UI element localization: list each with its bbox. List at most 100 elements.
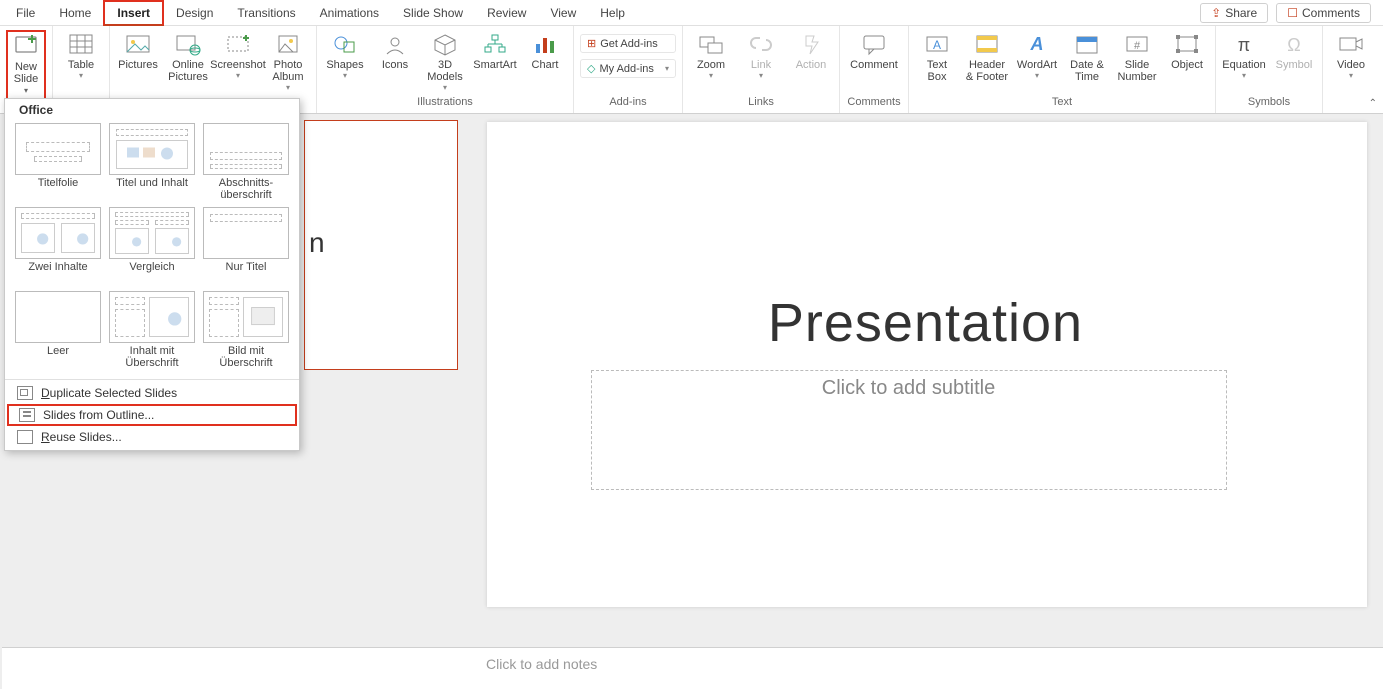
duplicate-slides-item[interactable]: Duplicate Selected Slides: [5, 382, 299, 404]
smartart-icon: [481, 32, 509, 56]
equation-button[interactable]: πEquation: [1222, 30, 1266, 81]
title-text: Presentation: [591, 292, 1261, 354]
link-button[interactable]: Link: [739, 30, 783, 81]
wordart-button[interactable]: AWordArt: [1015, 30, 1059, 81]
icons-button[interactable]: Icons: [373, 30, 417, 71]
wordart-icon: A: [1023, 32, 1051, 56]
layout-bild-mit-ueberschrift[interactable]: Bild mit Überschrift: [199, 289, 293, 373]
textbox-button[interactable]: AText Box: [915, 30, 959, 83]
symbol-button[interactable]: ΩSymbol: [1272, 30, 1316, 71]
table-button[interactable]: Table: [59, 30, 103, 81]
layout-abschnittsueberschrift[interactable]: Abschnitts- überschrift: [199, 121, 293, 205]
layout-leer[interactable]: Leer: [11, 289, 105, 373]
reuse-slides-item[interactable]: Reuse Slides...: [5, 426, 299, 448]
chart-button[interactable]: Chart: [523, 30, 567, 71]
layout-vergleich[interactable]: Vergleich: [105, 205, 199, 289]
subtitle-text: Click to add subtitle: [822, 377, 995, 489]
group-comments-label: Comments: [847, 93, 900, 113]
svg-text:A: A: [933, 38, 941, 52]
layout-titel-und-inhalt[interactable]: Titel und Inhalt: [105, 121, 199, 205]
calendar-icon: [1073, 32, 1101, 56]
tab-review[interactable]: Review: [475, 2, 538, 24]
subtitle-placeholder[interactable]: Click to add subtitle: [591, 370, 1227, 490]
object-icon: [1173, 32, 1201, 56]
smartart-button[interactable]: SmartArt: [473, 30, 517, 71]
share-button[interactable]: ⇪ Share: [1200, 3, 1268, 23]
screenshot-button[interactable]: Screenshot: [216, 30, 260, 81]
outline-icon: [19, 408, 35, 422]
new-slide-layout-panel: Office Titelfolie Titel und Inhalt Absch…: [4, 98, 300, 451]
notes-placeholder: Click to add notes: [486, 656, 597, 672]
comment-button[interactable]: Comment: [846, 30, 902, 71]
comment-bubble-icon: [860, 32, 888, 56]
tab-animations[interactable]: Animations: [308, 2, 391, 24]
zoom-button[interactable]: Zoom: [689, 30, 733, 81]
slide-canvas[interactable]: Presentation Click to add subtitle: [487, 122, 1367, 607]
reuse-icon: [17, 430, 33, 444]
cube-icon: [431, 32, 459, 56]
duplicate-icon: [17, 386, 33, 400]
zoom-icon: [697, 32, 725, 56]
group-symbols-label: Symbols: [1248, 93, 1290, 113]
ribbon-tabs: File Home Insert Design Transitions Anim…: [0, 0, 1383, 26]
panel-header: Office: [5, 99, 299, 121]
3d-models-button[interactable]: 3D Models: [423, 30, 467, 93]
action-button[interactable]: Action: [789, 30, 833, 71]
group-text-label: Text: [1052, 93, 1072, 113]
layout-grid: Titelfolie Titel und Inhalt Abschnitts- …: [5, 121, 299, 377]
link-icon: [747, 32, 775, 56]
slides-from-outline-item[interactable]: Slides from Outline...: [7, 404, 297, 426]
online-pictures-button[interactable]: Online Pictures: [166, 30, 210, 83]
action-icon: [797, 32, 825, 56]
tab-design[interactable]: Design: [164, 2, 225, 24]
icons-icon: [381, 32, 409, 56]
slide-thumbnail[interactable]: n: [304, 120, 458, 370]
group-links-label: Links: [748, 93, 774, 113]
tab-file[interactable]: File: [4, 2, 47, 24]
tab-slideshow[interactable]: Slide Show: [391, 2, 475, 24]
comments-button[interactable]: ☐ Comments: [1276, 3, 1371, 23]
group-addins: ⊞Get Add-ins ◇My Add-ins▾ Add-ins: [574, 26, 683, 113]
group-comments: Comment Comments: [840, 26, 909, 113]
notes-pane[interactable]: Click to add notes: [2, 647, 1383, 689]
table-label: Table: [68, 59, 94, 81]
group-links: Zoom Link Action Links: [683, 26, 840, 113]
tab-transitions[interactable]: Transitions: [225, 2, 307, 24]
group-illustrations-label: Illustrations: [417, 93, 473, 113]
svg-text:#: #: [1134, 40, 1141, 52]
object-button[interactable]: Object: [1165, 30, 1209, 71]
new-slide-button[interactable]: New Slide ▾: [6, 30, 46, 101]
new-slide-label: New Slide: [14, 61, 38, 85]
tab-view[interactable]: View: [538, 2, 588, 24]
shapes-button[interactable]: Shapes: [323, 30, 367, 81]
tab-help[interactable]: Help: [588, 2, 637, 24]
layout-titelfolie[interactable]: Titelfolie: [11, 121, 105, 205]
slide-canvas-area: Presentation Click to add subtitle: [470, 114, 1383, 647]
group-symbols: πEquation ΩSymbol Symbols: [1216, 26, 1323, 113]
tab-insert[interactable]: Insert: [103, 0, 164, 26]
layout-nur-titel[interactable]: Nur Titel: [199, 205, 293, 289]
audio-button[interactable]: Audio: [1379, 30, 1383, 81]
addin-icon: ◇: [587, 62, 595, 75]
svg-text:π: π: [1238, 35, 1250, 55]
header-footer-icon: [973, 32, 1001, 56]
header-footer-button[interactable]: Header & Footer: [965, 30, 1009, 83]
group-text: AText Box Header & Footer AWordArt Date …: [909, 26, 1216, 113]
tab-home[interactable]: Home: [47, 2, 103, 24]
video-button[interactable]: Video: [1329, 30, 1373, 81]
photo-album-icon: [274, 32, 302, 56]
screenshot-icon: [224, 32, 252, 56]
datetime-button[interactable]: Date & Time: [1065, 30, 1109, 83]
collapse-ribbon-icon[interactable]: ⌃: [1369, 98, 1377, 109]
slide-number-button[interactable]: #Slide Number: [1115, 30, 1159, 83]
layout-zwei-inhalte[interactable]: Zwei Inhalte: [11, 205, 105, 289]
my-addins-button[interactable]: ◇My Add-ins▾: [580, 59, 676, 78]
group-addins-label: Add-ins: [609, 93, 646, 113]
layout-inhalt-mit-ueberschrift[interactable]: Inhalt mit Überschrift: [105, 289, 199, 373]
photo-album-button[interactable]: Photo Album: [266, 30, 310, 93]
pictures-button[interactable]: Pictures: [116, 30, 160, 71]
svg-text:A: A: [1030, 34, 1044, 54]
get-addins-button[interactable]: ⊞Get Add-ins: [580, 34, 676, 53]
title-placeholder[interactable]: Presentation: [591, 292, 1261, 354]
symbol-icon: Ω: [1280, 32, 1308, 56]
